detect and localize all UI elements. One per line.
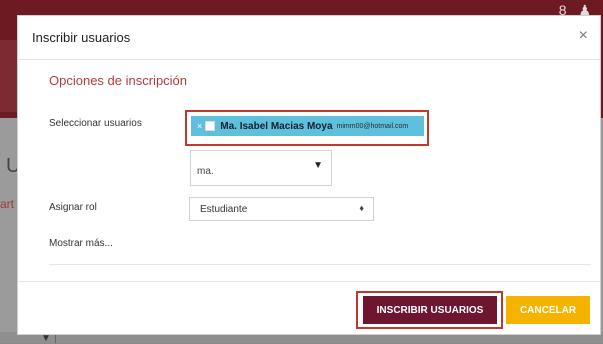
selected-user-chip[interactable]: × Ma. Isabel Macias Moya mimm00@hotmail.… bbox=[191, 116, 424, 136]
selected-user-email: mimm00@hotmail.com bbox=[336, 122, 409, 130]
user-search-input[interactable]: ma. ▼ bbox=[190, 150, 332, 186]
select-arrows-icon: ♦ bbox=[359, 203, 364, 213]
assign-role-label: Asignar rol bbox=[49, 202, 97, 213]
modal-title: Inscribir usuarios bbox=[32, 30, 131, 45]
modal-header: Inscribir usuarios × bbox=[18, 16, 600, 60]
enrol-users-button[interactable]: INSCRIBIR USUARIOS bbox=[363, 296, 497, 324]
select-users-label: Seleccionar usuarios bbox=[49, 118, 142, 129]
modal-footer-divider bbox=[18, 281, 600, 282]
enrolment-options-heading: Opciones de inscripción bbox=[49, 73, 188, 88]
role-select[interactable]: Estudiante ♦ bbox=[189, 197, 374, 221]
role-selected-value: Estudiante bbox=[200, 204, 248, 215]
show-more-link[interactable]: Mostrar más... bbox=[49, 238, 113, 249]
background-link-fragment: art bbox=[0, 197, 15, 211]
enrol-users-modal: Inscribir usuarios × Opciones de inscrip… bbox=[17, 15, 601, 335]
form-divider bbox=[49, 264, 591, 265]
chevron-down-icon[interactable]: ▼ bbox=[313, 160, 323, 171]
selected-user-name: Ma. Isabel Macias Moya bbox=[220, 120, 333, 132]
close-icon[interactable]: × bbox=[579, 28, 588, 44]
user-checkbox[interactable] bbox=[205, 121, 216, 131]
remove-user-icon[interactable]: × bbox=[197, 121, 202, 131]
cancel-button[interactable]: CANCELAR bbox=[506, 296, 590, 324]
user-search-value: ma. bbox=[197, 166, 214, 177]
